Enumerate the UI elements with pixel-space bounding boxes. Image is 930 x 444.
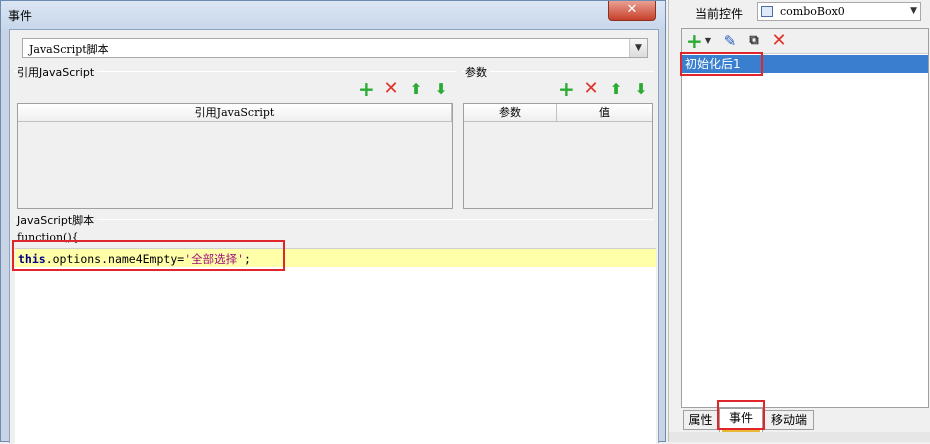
refjs-section-label: 引用JavaScript [17,64,98,80]
copy-event-copy-icon[interactable]: ⧉ [746,33,762,49]
add-refjs-plus-icon[interactable]: + [358,79,375,99]
script-type-select[interactable]: JavaScript脚本 ▼ [22,38,648,58]
delete-refjs-cross-icon[interactable]: ✕ [383,80,399,98]
param-value-column-header[interactable]: 值 [557,104,652,122]
event-toolbar: + ▼ ✎ ⧉ ✕ [682,29,928,54]
move-down-param-arrow-down-icon[interactable]: ⬇ [633,81,649,97]
refjs-column-header[interactable]: 引用JavaScript [18,104,452,122]
code-body: .options.name4Empty= [45,252,185,266]
code-end: ; [244,252,251,266]
param-name-column-header[interactable]: 参数 [464,104,557,122]
params-table[interactable]: 参数 值 [463,103,653,209]
dialog-title: 事件 [8,9,33,23]
script-divider [14,219,654,220]
refjs-table[interactable]: 引用JavaScript [17,103,453,209]
tab-events[interactable]: 事件 [719,408,763,432]
list-item[interactable]: 初始化后1 [682,55,928,73]
script-section-label: JavaScript脚本 [17,212,98,228]
edit-event-pencil-icon[interactable]: ✎ [722,33,738,49]
control-select-value: comboBox0 [780,5,845,18]
combobox-icon [761,6,773,17]
event-list-panel: + ▼ ✎ ⧉ ✕ 初始化后1 [681,28,929,408]
code-keyword: this [18,252,46,266]
script-type-value: JavaScript脚本 [29,43,109,56]
code-text: this.options.name4Empty='全部选择'; [18,251,251,267]
control-select[interactable]: comboBox0 ▼ [757,2,921,21]
properties-panel: 当前控件 comboBox0 ▼ + ▼ ✎ ⧉ ✕ 初始化后1 属性 事件 移… [668,0,930,442]
dialog-titlebar[interactable]: 事件 ✕ [1,1,665,29]
chevron-down-icon[interactable]: ▼ [910,3,917,20]
code-string: '全部选择' [184,252,245,266]
function-prefix: function(){ [17,231,79,244]
move-up-refjs-arrow-up-icon[interactable]: ⬆ [408,81,424,97]
code-editor[interactable]: this.options.name4Empty='全部选择'; [15,248,656,444]
params-section-label: 参数 [465,64,490,80]
delete-param-cross-icon[interactable]: ✕ [583,80,599,98]
tab-properties[interactable]: 属性 [683,410,718,430]
tab-mobile[interactable]: 移动端 [764,410,814,430]
panel-bottom-bar [669,432,930,442]
move-up-param-arrow-up-icon[interactable]: ⬆ [608,81,624,97]
move-down-refjs-arrow-down-icon[interactable]: ⬇ [433,81,449,97]
dialog-content: JavaScript脚本 ▼ 引用JavaScript 参数 + ✕ ⬆ ⬇ +… [9,29,659,444]
close-button[interactable]: ✕ [608,1,656,21]
chevron-down-icon[interactable]: ▼ [629,39,647,57]
delete-event-cross-icon[interactable]: ✕ [771,32,787,50]
add-param-plus-icon[interactable]: + [558,79,575,99]
event-dialog: 事件 ✕ JavaScript脚本 ▼ 引用JavaScript 参数 + ✕ … [0,0,666,444]
params-divider [462,71,654,72]
add-event-dropdown-chevron-down-icon[interactable]: ▼ [700,33,716,49]
current-control-label: 当前控件 [695,7,744,21]
current-code-line[interactable]: this.options.name4Empty='全部选择'; [15,249,656,267]
